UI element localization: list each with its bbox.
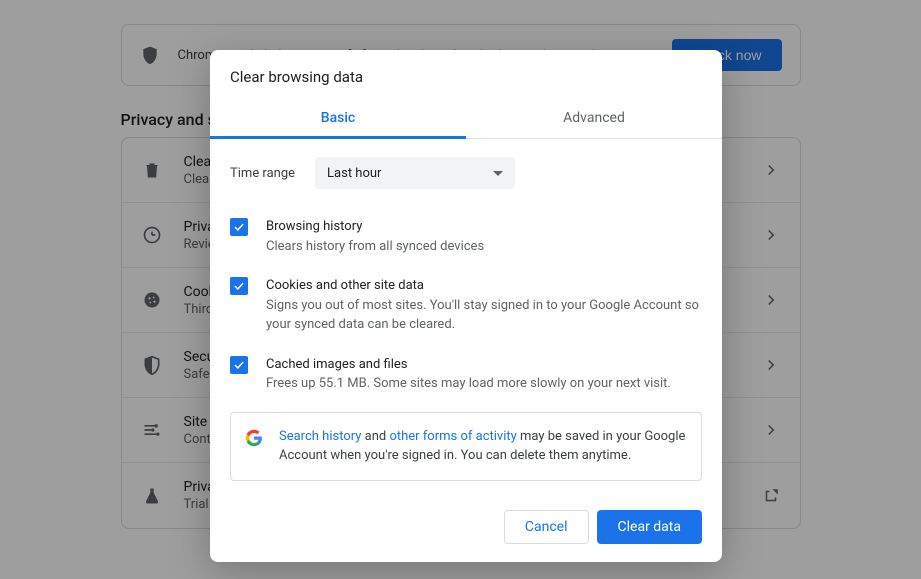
cancel-button[interactable]: Cancel — [504, 510, 589, 544]
check-item-cache: Cached images and files Frees up 55.1 MB… — [230, 345, 702, 404]
time-range-row: Time range Last hour — [230, 157, 702, 189]
clear-data-button[interactable]: Clear data — [597, 510, 702, 544]
item-title: Cached images and files — [266, 355, 702, 375]
notice-text: Search history and other forms of activi… — [279, 427, 687, 466]
clear-browsing-data-modal: Clear browsing data Basic Advanced Time … — [210, 50, 722, 562]
item-title: Browsing history — [266, 217, 702, 237]
checkbox-cache[interactable] — [230, 356, 248, 374]
modal-tabs: Basic Advanced — [210, 100, 722, 139]
time-range-label: Time range — [230, 166, 295, 181]
checkbox-browsing-history[interactable] — [230, 218, 248, 236]
modal-title: Clear browsing data — [210, 50, 722, 100]
google-icon — [245, 429, 263, 447]
search-history-link[interactable]: Search history — [279, 429, 361, 444]
time-range-value: Last hour — [327, 166, 381, 181]
dropdown-arrow-icon — [493, 171, 503, 176]
modal-footer: Cancel Clear data — [210, 496, 722, 562]
tab-advanced[interactable]: Advanced — [466, 100, 722, 138]
time-range-select[interactable]: Last hour — [315, 157, 515, 189]
item-text: Cookies and other site data Signs you ou… — [266, 276, 702, 335]
check-item-cookies: Cookies and other site data Signs you ou… — [230, 266, 702, 345]
modal-body: Time range Last hour Browsing history Cl… — [210, 139, 722, 496]
google-account-notice: Search history and other forms of activi… — [230, 412, 702, 481]
item-subtitle: Clears history from all synced devices — [266, 237, 702, 257]
item-subtitle: Frees up 55.1 MB. Some sites may load mo… — [266, 374, 702, 394]
checkbox-cookies[interactable] — [230, 277, 248, 295]
notice-mid1: and — [361, 429, 389, 444]
other-activity-link[interactable]: other forms of activity — [389, 429, 516, 444]
item-subtitle: Signs you out of most sites. You'll stay… — [266, 296, 702, 335]
item-title: Cookies and other site data — [266, 276, 702, 296]
tab-basic[interactable]: Basic — [210, 100, 466, 138]
check-item-browsing-history: Browsing history Clears history from all… — [230, 207, 702, 266]
item-text: Cached images and files Frees up 55.1 MB… — [266, 355, 702, 394]
item-text: Browsing history Clears history from all… — [266, 217, 702, 256]
